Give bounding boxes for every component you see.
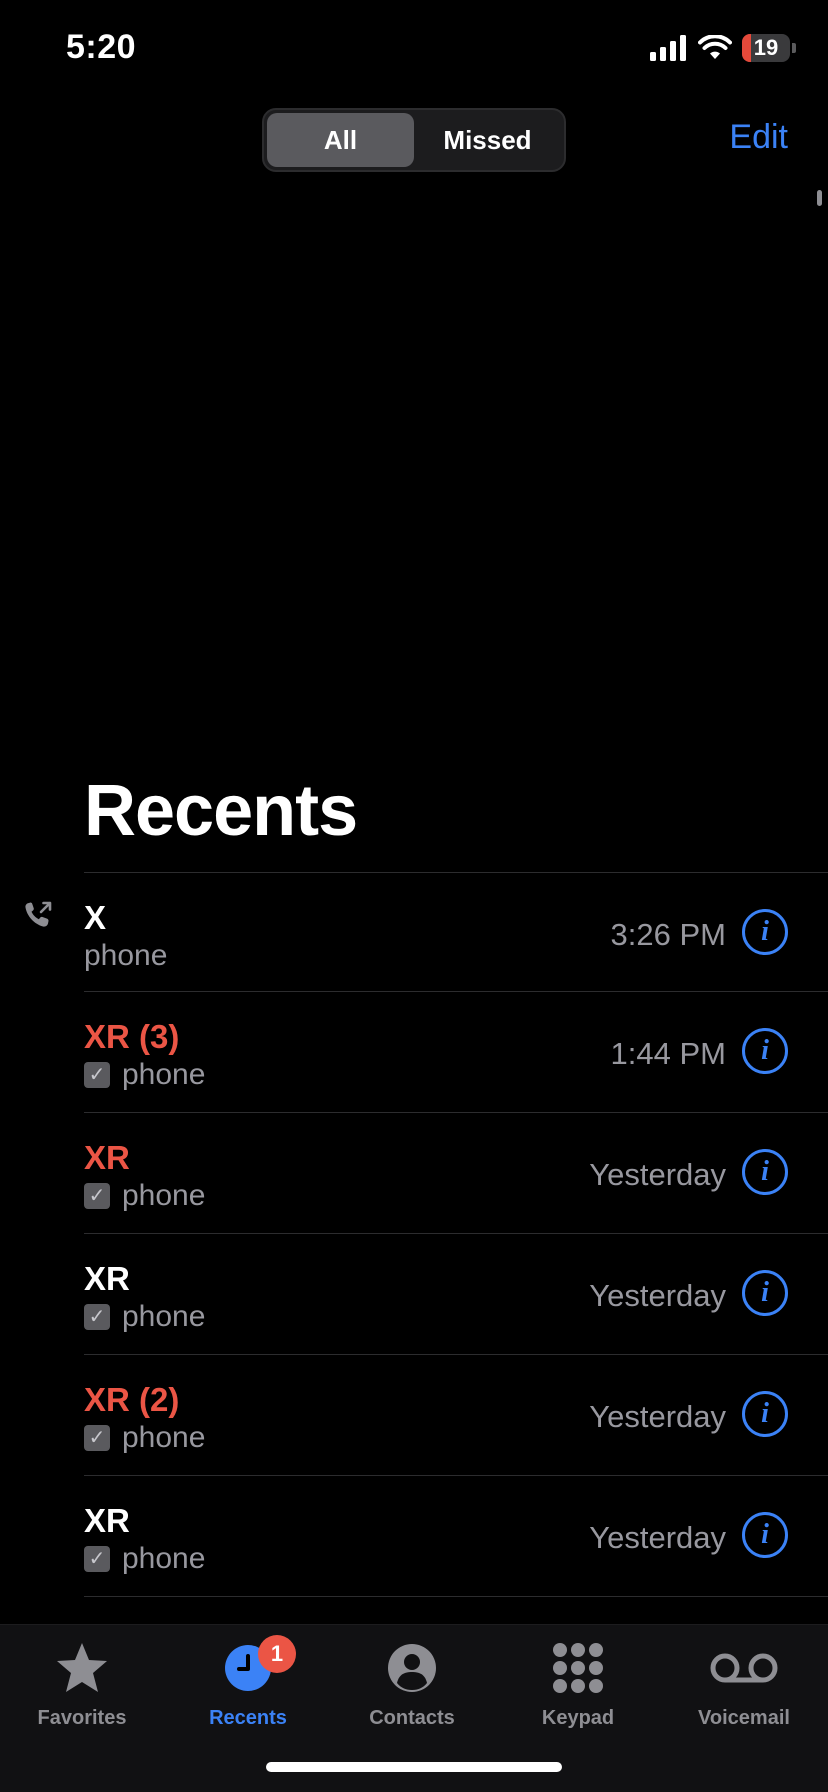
tab-label: Favorites — [37, 1707, 127, 1729]
contact-name: X — [84, 899, 107, 936]
tab-icon-wrap — [664, 1639, 824, 1697]
call-type-line: ✓ phone — [84, 1542, 205, 1576]
recents-badge: 1 — [258, 1635, 296, 1673]
call-row[interactable]: XR (3) ✓ phone 1:44 PM i — [84, 991, 828, 1112]
keypad-grid-icon — [553, 1643, 603, 1693]
filter-segmented-control: All Missed — [262, 108, 566, 172]
call-row[interactable]: XR ✓ phone Yesterday i — [84, 1233, 828, 1354]
star-icon — [57, 1643, 107, 1692]
checkbox-icon: ✓ — [84, 1183, 110, 1209]
status-time: 5:20 — [66, 28, 137, 66]
call-time: Yesterday — [589, 1157, 726, 1192]
battery-percentage: 19 — [753, 35, 779, 60]
voicemail-icon — [710, 1653, 778, 1683]
tab-label: Voicemail — [698, 1707, 790, 1729]
call-type-line: ✓ phone — [84, 1300, 205, 1334]
info-icon[interactable]: i — [742, 1028, 788, 1074]
contact-name: XR — [84, 1139, 130, 1176]
contact-name: XR (3) — [84, 1018, 180, 1055]
status-bar: 5:20 19 — [0, 0, 828, 100]
call-type: phone — [122, 1179, 206, 1212]
info-icon[interactable]: i — [742, 1512, 788, 1558]
call-type: phone — [122, 1300, 206, 1333]
call-row[interactable]: XR (2) ✓ phone Yesterday i — [84, 1354, 828, 1475]
battery-fill — [742, 34, 752, 62]
call-type-line: ✓ phone — [84, 1058, 205, 1092]
call-time: Yesterday — [589, 1399, 726, 1434]
scroll-indicator[interactable] — [817, 190, 822, 206]
checkbox-icon: ✓ — [84, 1546, 110, 1572]
call-time: Yesterday — [589, 1278, 726, 1313]
battery-icon: 19 — [742, 34, 790, 62]
tab-icon-wrap — [498, 1639, 658, 1697]
person-circle-icon — [388, 1644, 436, 1692]
edit-button[interactable]: Edit — [729, 118, 788, 157]
call-type: phone — [122, 1542, 206, 1575]
call-time: 1:44 PM — [610, 1036, 726, 1071]
status-icons: 19 — [650, 34, 796, 62]
checkbox-icon: ✓ — [84, 1425, 110, 1451]
tab-keypad[interactable]: Keypad — [498, 1639, 658, 1730]
call-type-line: ✓ phone — [84, 1179, 205, 1213]
tab-recents[interactable]: 1 Recents — [168, 1635, 328, 1730]
info-icon[interactable]: i — [742, 1391, 788, 1437]
info-icon[interactable]: i — [742, 1270, 788, 1316]
call-time: Yesterday — [589, 1520, 726, 1555]
wifi-icon — [698, 35, 732, 59]
segment-all[interactable]: All — [267, 113, 414, 167]
call-type: phone — [84, 939, 168, 972]
contact-name: XR (2) — [84, 1381, 180, 1418]
call-type: phone — [122, 1421, 206, 1454]
tab-voicemail[interactable]: Voicemail — [664, 1639, 824, 1730]
checkbox-icon: ✓ — [84, 1304, 110, 1330]
tab-icon-wrap: 1 — [168, 1635, 328, 1697]
call-type-line: phone — [84, 939, 167, 973]
outgoing-call-icon — [25, 901, 52, 927]
tab-contacts[interactable]: Contacts — [332, 1639, 492, 1730]
contact-name: XR — [84, 1502, 130, 1539]
info-icon[interactable]: i — [742, 1149, 788, 1195]
call-type: phone — [122, 1058, 206, 1091]
tab-icon-wrap — [2, 1639, 162, 1697]
call-row[interactable]: XR ✓ phone Yesterday i — [84, 1112, 828, 1233]
recents-list: X phone 3:26 PM i XR (3) ✓ phone 1:44 PM… — [25, 872, 828, 1597]
tab-label: Contacts — [369, 1707, 455, 1729]
call-time: 3:26 PM — [610, 917, 726, 952]
segment-missed[interactable]: Missed — [414, 113, 561, 167]
tab-label: Recents — [209, 1707, 287, 1729]
home-indicator[interactable] — [266, 1762, 562, 1772]
call-row[interactable]: X phone 3:26 PM i — [25, 872, 828, 991]
info-icon[interactable]: i — [742, 909, 788, 955]
tab-favorites[interactable]: Favorites — [2, 1639, 162, 1730]
battery-cap — [792, 43, 796, 53]
phone-recents-screen: 5:20 19 All Missed Edit Recents X phone … — [0, 0, 828, 1792]
cellular-signal-icon — [650, 35, 686, 61]
tab-icon-wrap — [332, 1639, 492, 1697]
call-row[interactable]: XR ✓ phone Yesterday i — [84, 1475, 828, 1597]
tab-label: Keypad — [541, 1707, 615, 1729]
page-title: Recents — [84, 771, 358, 851]
contact-name: XR — [84, 1260, 130, 1297]
call-type-line: ✓ phone — [84, 1421, 205, 1455]
checkbox-icon: ✓ — [84, 1062, 110, 1088]
